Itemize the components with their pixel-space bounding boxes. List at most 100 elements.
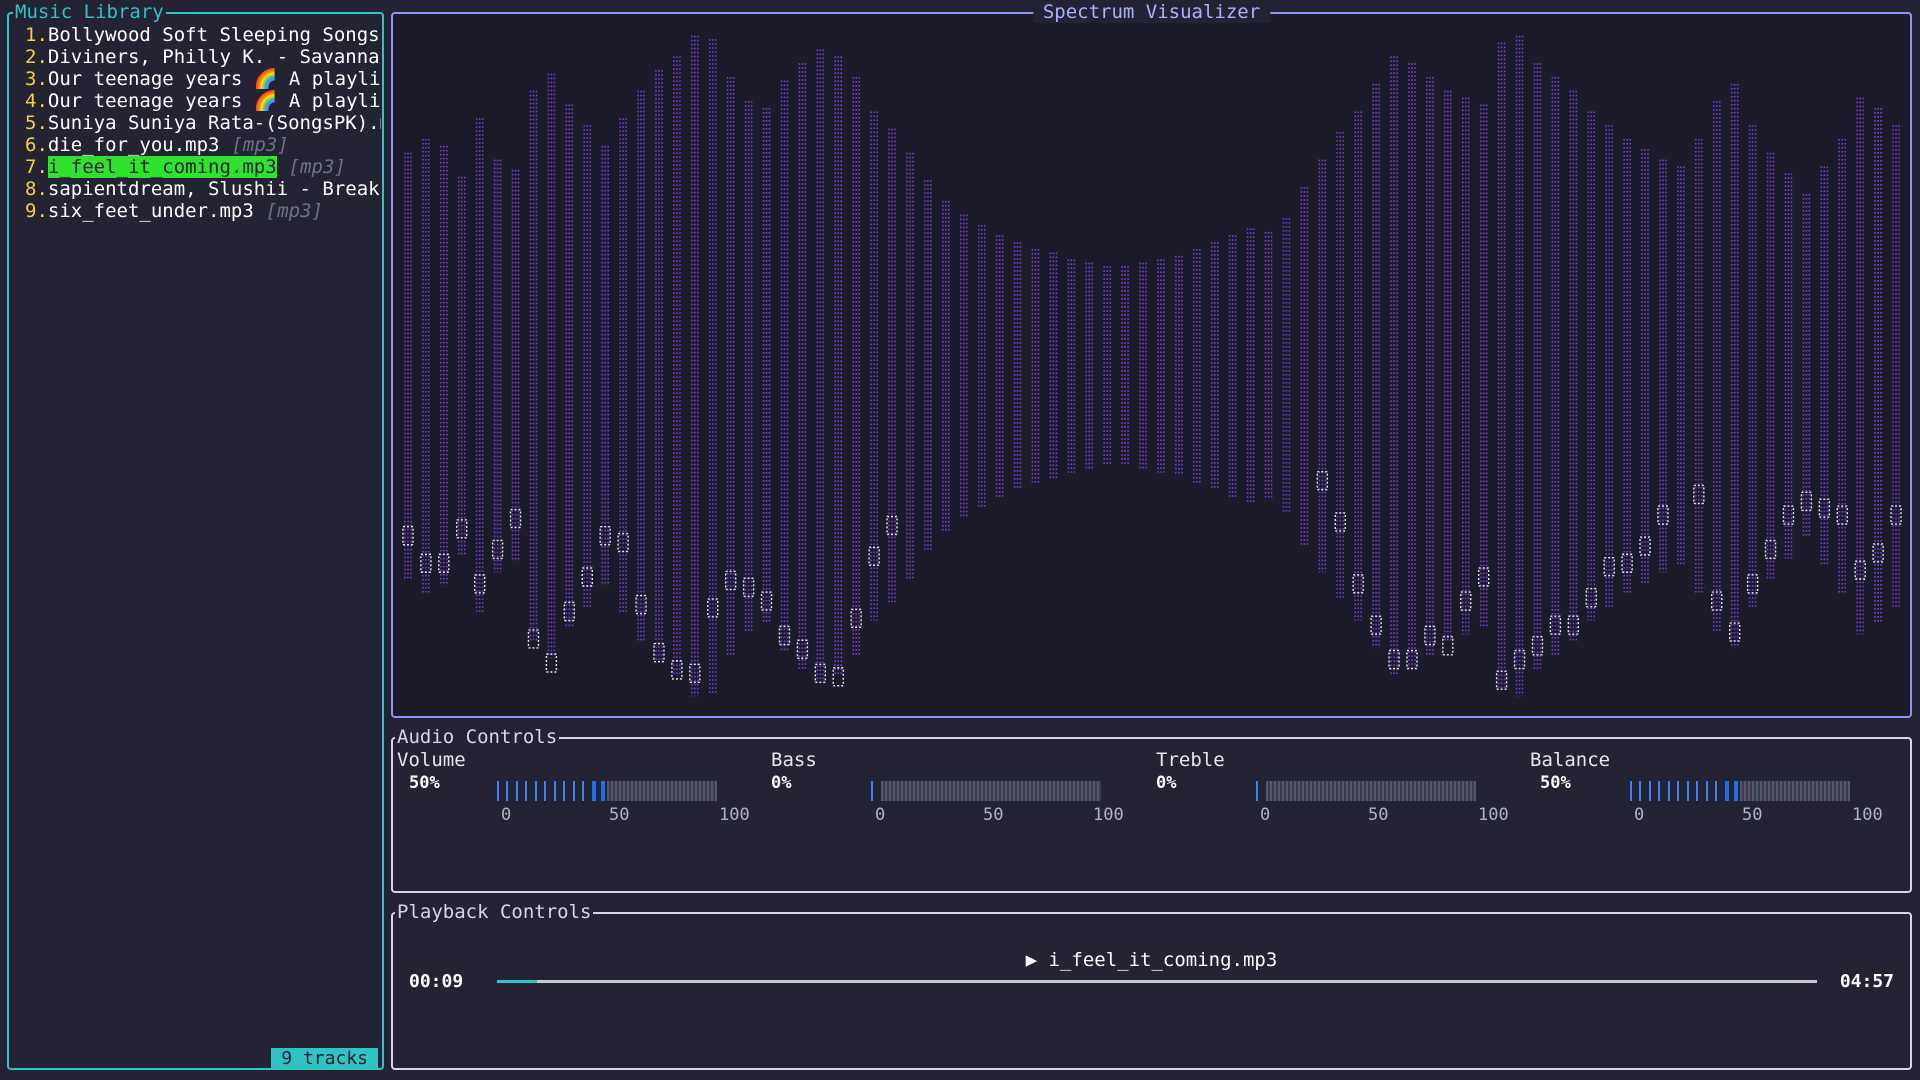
track-name: Bollywood Soft Sleeping Songs xyxy=(47,24,380,46)
playback-controls-panel: Playback Controls ▶ i_feel_it_coming.mp3… xyxy=(391,901,1912,1070)
track-number: 2. xyxy=(25,46,48,68)
volume-slider[interactable] xyxy=(497,781,719,801)
spectrum-canvas xyxy=(402,35,1902,697)
gauge-tick xyxy=(582,781,584,801)
track-name: Our teenage years 🌈 A playlis xyxy=(47,68,381,90)
volume-slider-track xyxy=(607,781,717,801)
gauge-tick xyxy=(1734,781,1738,801)
track-number: 7. xyxy=(25,156,48,178)
bass-slider[interactable] xyxy=(871,781,1101,801)
track-format-tag: [mp3] xyxy=(288,156,346,178)
audio-controls-panel: Audio Controls Volume 50% 0 50 100 Bass … xyxy=(391,726,1912,893)
track-number: 1. xyxy=(25,24,48,46)
progress-bar[interactable] xyxy=(497,980,1817,983)
track-number: 4. xyxy=(25,90,48,112)
bass-value: 0% xyxy=(771,773,792,793)
gauge-tick xyxy=(1687,781,1689,801)
volume-scale-min: 0 xyxy=(501,805,512,825)
gauge-tick xyxy=(1725,781,1729,801)
gauge-tick xyxy=(1668,781,1670,801)
balance-label: Balance xyxy=(1530,749,1611,771)
treble-scale-min: 0 xyxy=(1260,805,1271,825)
track-list: 1.Bollywood Soft Sleeping Songs 2.Diviner… xyxy=(25,24,381,222)
gauge-tick xyxy=(1639,781,1641,801)
gauge-tick xyxy=(1630,781,1632,801)
track-number: 9. xyxy=(25,200,48,222)
track-name: Diviners, Philly K. - Savannah xyxy=(47,46,381,68)
track-item[interactable]: 6.die_for_you.mp3 [mp3] xyxy=(25,134,381,156)
total-duration: 04:57 xyxy=(1839,971,1894,992)
track-name: Our teenage years 🌈 A playlis xyxy=(47,90,381,112)
gauge-tick xyxy=(535,781,537,801)
spectrum-peak-marker xyxy=(1711,591,1723,611)
treble-scale-max: 100 xyxy=(1478,805,1509,825)
gauge-tick xyxy=(1256,781,1258,801)
spectrum-peak-marker xyxy=(832,667,844,687)
treble-value: 0% xyxy=(1156,773,1177,793)
track-number: 5. xyxy=(25,112,48,134)
track-name: six_feet_under.mp3 xyxy=(47,200,254,222)
gauge-tick xyxy=(563,781,565,801)
gauge-tick xyxy=(592,781,596,801)
track-item[interactable]: 8.sapientdream, Slushii - Break xyxy=(25,178,381,200)
balance-control[interactable]: Balance 50% 0 50 100 xyxy=(1530,749,1900,829)
progress-bar-fill xyxy=(497,980,537,983)
track-format-tag: [mp3] xyxy=(231,134,289,156)
spectrum-visualizer-panel: Spectrum Visualizer xyxy=(391,1,1912,718)
volume-scale-mid: 50 xyxy=(609,805,630,825)
volume-scale-max: 100 xyxy=(719,805,750,825)
bass-scale-mid: 50 xyxy=(983,805,1004,825)
bass-scale-max: 100 xyxy=(1093,805,1124,825)
volume-control[interactable]: Volume 50% 0 50 100 xyxy=(397,749,767,829)
treble-slider[interactable] xyxy=(1256,781,1478,801)
gauge-tick xyxy=(1706,781,1708,801)
elapsed-time: 00:09 xyxy=(409,971,464,992)
gauge-tick xyxy=(573,781,575,801)
gauge-tick xyxy=(554,781,556,801)
gauge-tick xyxy=(1649,781,1651,801)
bass-control[interactable]: Bass 0% 0 50 100 xyxy=(771,749,1141,829)
now-playing-label: ▶ i_feel_it_coming.mp3 xyxy=(1025,949,1278,971)
bass-slider-track xyxy=(881,781,1101,801)
gauge-tick xyxy=(1658,781,1660,801)
volume-value: 50% xyxy=(409,773,440,793)
gauge-tick xyxy=(544,781,546,801)
bass-scale-min: 0 xyxy=(875,805,886,825)
treble-label: Treble xyxy=(1156,749,1225,771)
track-item[interactable]: 7.i_feel_it_coming.mp3 [mp3] xyxy=(25,156,381,178)
volume-label: Volume xyxy=(397,749,466,771)
treble-scale-mid: 50 xyxy=(1368,805,1389,825)
track-name: Suniya Suniya Rata-(SongsPK).m xyxy=(47,112,381,134)
track-number: 6. xyxy=(25,134,48,156)
track-item[interactable]: 1.Bollywood Soft Sleeping Songs xyxy=(25,24,381,46)
track-item[interactable]: 9.six_feet_under.mp3 [mp3] xyxy=(25,200,381,222)
track-name: sapientdream, Slushii - Break xyxy=(47,178,380,200)
visualizer-title: Spectrum Visualizer xyxy=(1032,1,1271,23)
gauge-tick xyxy=(506,781,508,801)
playback-controls-title: Playback Controls xyxy=(395,901,594,923)
app-root: Music Library 1.Bollywood Soft Sleeping … xyxy=(0,0,1920,1080)
track-item[interactable]: 2.Diviners, Philly K. - Savannah xyxy=(25,46,381,68)
gauge-tick xyxy=(871,781,873,801)
gauge-tick xyxy=(601,781,605,801)
balance-scale-max: 100 xyxy=(1852,805,1883,825)
track-item[interactable]: 3.Our teenage years 🌈 A playlis xyxy=(25,68,381,90)
track-number: 3. xyxy=(25,68,48,90)
treble-control[interactable]: Treble 0% 0 50 100 xyxy=(1156,749,1526,829)
gauge-tick xyxy=(1715,781,1717,801)
track-name: i_feel_it_coming.mp3 xyxy=(47,156,277,178)
track-format-tag: [mp3] xyxy=(265,200,323,222)
library-title: Music Library xyxy=(13,1,166,23)
music-library-panel: Music Library 1.Bollywood Soft Sleeping … xyxy=(7,1,384,1070)
track-item[interactable]: 5.Suniya Suniya Rata-(SongsPK).m xyxy=(25,112,381,134)
balance-slider[interactable] xyxy=(1630,781,1852,801)
track-number: 8. xyxy=(25,178,48,200)
balance-value: 50% xyxy=(1540,773,1571,793)
gauge-tick xyxy=(1677,781,1679,801)
spectrum-peak-marker xyxy=(545,653,558,673)
track-item[interactable]: 4.Our teenage years 🌈 A playlis xyxy=(25,90,381,112)
gauge-tick xyxy=(525,781,527,801)
gauge-tick xyxy=(1696,781,1698,801)
track-name: die_for_you.mp3 xyxy=(47,134,220,156)
treble-slider-track xyxy=(1266,781,1476,801)
